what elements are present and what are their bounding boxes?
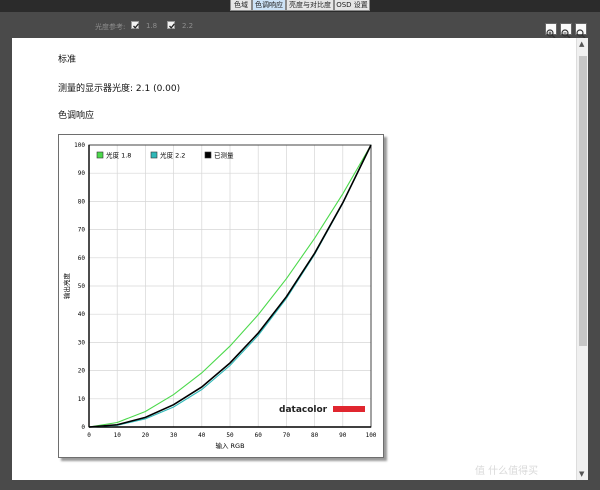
checkmark-icon [169, 23, 176, 29]
x-tick-label: 100 [366, 432, 377, 439]
tab-bar: 色域 色调响应 亮度与对比度 OSD 设置 [0, 0, 600, 12]
zoom-fit-icon[interactable] [575, 23, 587, 39]
scroll-thumb[interactable] [579, 56, 587, 346]
y-tick-label: 0 [81, 424, 85, 431]
y-tick-label: 30 [78, 339, 86, 346]
tab-tone-response[interactable]: 色调响应 [252, 0, 286, 11]
x-tick-label: 90 [339, 432, 347, 439]
left-frame [0, 38, 12, 490]
tab-gamut[interactable]: 色域 [230, 0, 252, 11]
legend-label: 光度 2.2 [160, 151, 185, 160]
tone-response-chart: 0 10 20 30 40 50 60 70 80 90 100 0 10 20 30 40 50 60 70 80 9… [58, 134, 384, 458]
y-tick-label: 40 [78, 311, 86, 318]
y-tick-label: 80 [78, 198, 86, 205]
y-tick-label: 90 [78, 170, 86, 177]
y-axis-label: 输出亮度 [62, 273, 71, 300]
legend-label: 光度 1.8 [106, 151, 131, 160]
checkmark-icon [133, 23, 140, 29]
watermark: 值 什么值得买 [475, 466, 539, 477]
right-frame [588, 38, 600, 490]
tab-osd-settings[interactable]: OSD 设置 [334, 0, 370, 11]
datacolor-logo-text: datacolor [279, 405, 328, 415]
x-tick-label: 10 [114, 432, 122, 439]
toolbar: 光度参考: 1.8 2.2 [0, 12, 600, 39]
y-tick-label: 70 [78, 227, 86, 234]
y-tick-label: 20 [78, 368, 86, 375]
legend-swatch [204, 151, 212, 159]
y-tick-label: 60 [78, 255, 86, 262]
x-tick-label: 70 [283, 432, 291, 439]
gamma-1-8-checkbox[interactable] [131, 21, 140, 29]
x-tick-label: 20 [142, 432, 150, 439]
y-tick-label: 100 [74, 142, 85, 149]
legend-label: 已测量 [214, 152, 234, 160]
bottom-frame [0, 480, 600, 490]
scroll-up-icon[interactable]: ▲ [579, 40, 584, 48]
measured-gamma-text: 测量的显示器光度: 2.1 (0.00) [58, 84, 181, 94]
vertical-scrollbar[interactable]: ▲ ▼ [576, 38, 588, 480]
y-tick-label: 50 [78, 283, 86, 290]
report-panel: 标准 测量的显示器光度: 2.1 (0.00) 色调响应 0 10 20 30 40 50… [12, 38, 576, 480]
section-title: 色调响应 [58, 111, 95, 121]
x-tick-label: 40 [198, 432, 206, 439]
x-axis-label: 输入 RGB [215, 441, 244, 450]
display-mode-label: 标准 [58, 55, 77, 65]
gamma-reference-label: 光度参考: [95, 23, 126, 31]
tone-response-chart-svg: 0 10 20 30 40 50 60 70 80 90 100 0 10 20 30 40 50 60 70 80 9… [62, 142, 377, 450]
zoom-out-icon[interactable] [560, 23, 572, 39]
x-tick-label: 0 [87, 432, 91, 439]
gamma-1-8-label: 1.8 [146, 22, 158, 30]
datacolor-logo-bar [333, 406, 365, 412]
legend-swatch [150, 151, 158, 159]
zoom-in-icon[interactable] [545, 23, 557, 39]
scroll-down-icon[interactable]: ▼ [579, 470, 584, 478]
x-tick-label: 50 [226, 432, 234, 439]
y-tick-label: 10 [78, 396, 86, 403]
legend-swatch [96, 151, 104, 159]
x-tick-label: 30 [170, 432, 178, 439]
x-tick-label: 80 [311, 432, 319, 439]
gamma-2-2-checkbox[interactable] [167, 21, 176, 29]
gamma-2-2-label: 2.2 [182, 22, 194, 30]
tab-brightness-contrast[interactable]: 亮度与对比度 [286, 0, 334, 11]
x-tick-label: 60 [255, 432, 263, 439]
